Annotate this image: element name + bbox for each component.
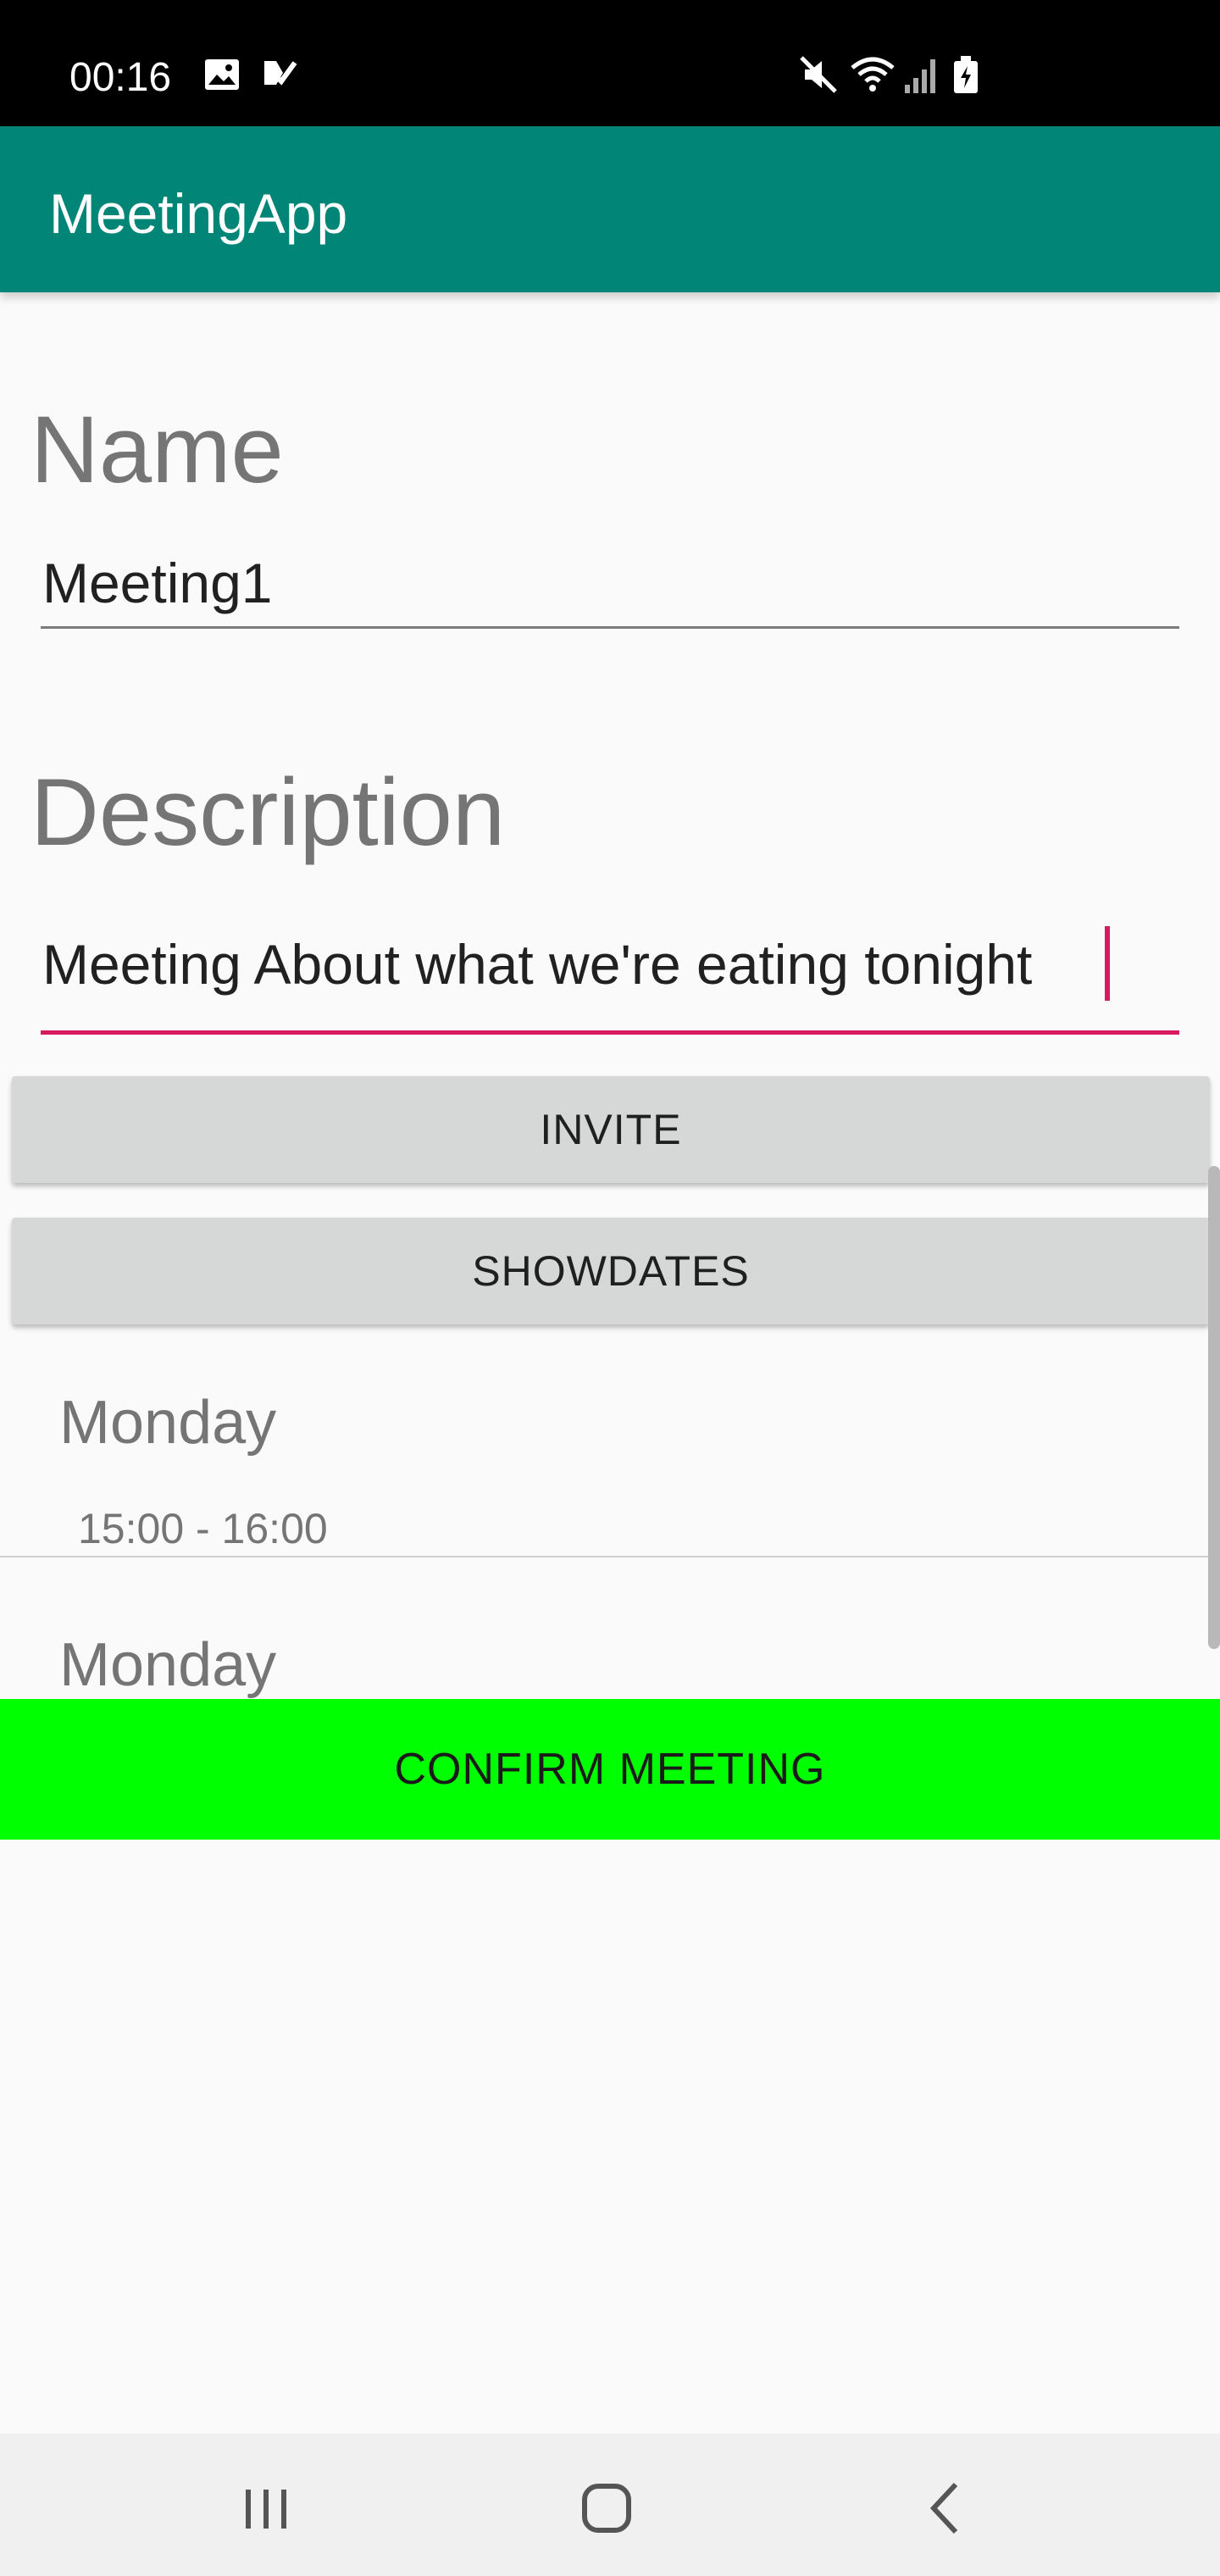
name-field[interactable]: Meeting1: [42, 549, 273, 617]
name-field-underline: [41, 626, 1179, 629]
back-icon[interactable]: [913, 2474, 981, 2542]
date-time: 15:00 - 16:00: [78, 1505, 328, 1552]
showdates-button[interactable]: SHOWDATES: [12, 1218, 1210, 1324]
description-field-underline: [41, 1030, 1179, 1035]
signal-icon: [903, 54, 940, 98]
status-bar: [0, 0, 1220, 126]
recent-apps-icon[interactable]: [232, 2474, 300, 2542]
list-divider: [0, 1556, 1208, 1557]
date-day: Monday: [59, 1389, 277, 1457]
mute-icon: [798, 54, 839, 98]
name-label: Name: [30, 397, 284, 502]
image-icon: [202, 54, 242, 98]
wifi-icon: [849, 54, 896, 98]
battery-icon: [952, 54, 979, 98]
date-day: Monday: [59, 1631, 277, 1699]
app-title: MeetingApp: [49, 182, 348, 245]
description-label: Description: [30, 759, 506, 865]
confirm-meeting-button[interactable]: CONFIRM MEETING: [0, 1699, 1220, 1840]
text-cursor: [1105, 926, 1110, 1001]
check-icon: [259, 54, 300, 98]
scrollbar[interactable]: [1208, 1166, 1220, 1649]
invite-button[interactable]: INVITE: [12, 1076, 1210, 1183]
home-icon[interactable]: [573, 2474, 640, 2542]
description-field[interactable]: Meeting About what we're eating tonight: [42, 930, 1032, 998]
status-time: 00:16: [69, 55, 172, 100]
